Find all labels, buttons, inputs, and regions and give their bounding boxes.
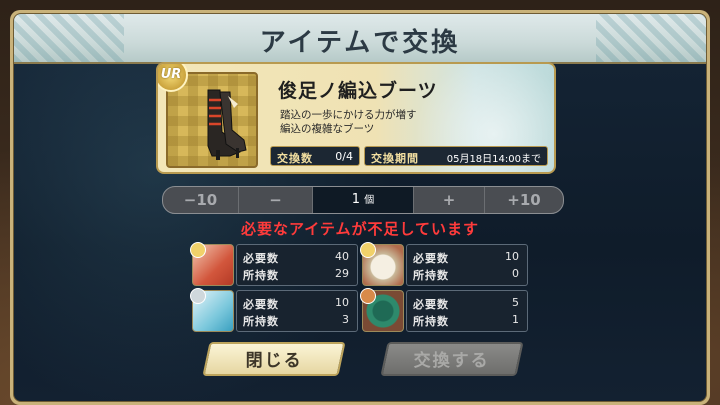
required-row: 必要数 10	[243, 296, 349, 312]
exchange-button-label: 交換する	[413, 351, 490, 371]
exchange-count-value: 0/4	[335, 150, 353, 163]
owned-row: 所持数 1	[413, 313, 519, 329]
exchange-period-label: 交換期間	[371, 152, 419, 165]
owned-row: 所持数 0	[413, 267, 519, 283]
blue-cloth-icon	[190, 288, 234, 332]
exchange-button[interactable]: 交換する	[380, 342, 524, 376]
requirement-item-2: 必要数 10 所持数 0	[360, 242, 528, 286]
requirement-item-3: 必要数 10 所持数 3	[190, 288, 358, 332]
rank-badge-icon	[190, 242, 206, 258]
insufficient-items-warning: 必要なアイテムが不足しています	[240, 220, 480, 238]
boot-icon	[207, 89, 247, 160]
plus-10-button[interactable]: +10	[485, 187, 563, 213]
item-description-line1: 踏込の一歩にかける力が増す	[280, 109, 417, 121]
required-value: 10	[505, 250, 519, 263]
owned-label: 所持数	[243, 269, 279, 282]
owned-label: 所持数	[243, 315, 279, 328]
required-value: 10	[335, 296, 349, 309]
item-description: 踏込の一歩にかける力が増す 編込の複雑なブーツ	[280, 108, 417, 136]
exchange-period-value: 05月18日14:00まで	[446, 154, 541, 165]
required-value: 40	[335, 250, 349, 263]
rank-badge-icon	[360, 288, 376, 304]
requirement-panel-1: 必要数 40 所持数 29	[236, 244, 358, 286]
requirement-panel-2: 必要数 10 所持数 0	[406, 244, 528, 286]
quantity-value: 1	[351, 192, 361, 207]
item-description-line2: 編込の複雑なブーツ	[280, 123, 375, 135]
owned-label: 所持数	[413, 269, 449, 282]
owned-row: 所持数 3	[243, 313, 349, 329]
required-label: 必要数	[413, 252, 449, 265]
owned-value: 29	[335, 267, 349, 280]
red-cloth-icon	[190, 242, 234, 286]
required-row: 必要数 40	[243, 250, 349, 266]
owned-row: 所持数 29	[243, 267, 349, 283]
required-row: 必要数 10	[413, 250, 519, 266]
rank-badge-icon	[190, 288, 206, 304]
owned-value: 3	[342, 313, 349, 326]
owned-label: 所持数	[413, 315, 449, 328]
green-emblem-icon	[360, 288, 404, 332]
close-button[interactable]: 閉じる	[202, 342, 346, 376]
dialog-title: アイテムで交換	[259, 28, 461, 58]
quantity-unit: 個	[364, 195, 375, 206]
item-name: 俊足ノ編込ブーツ	[278, 80, 438, 102]
required-label: 必要数	[243, 298, 279, 311]
item-card-inner: UR 俊足ノ編込ブーツ 踏込の一歩にかける力が増す 編込の複雑なブーツ 交換数 …	[158, 64, 554, 172]
exchange-period-box: 交換期間 05月18日14:00まで	[364, 146, 548, 166]
quantity-display: 1 個	[313, 187, 413, 213]
required-label: 必要数	[243, 252, 279, 265]
required-value: 5	[512, 296, 519, 309]
minus-10-button[interactable]: −10	[163, 187, 239, 213]
exchange-count-box: 交換数 0/4	[270, 146, 360, 166]
requirement-panel-4: 必要数 5 所持数 1	[406, 290, 528, 332]
required-label: 必要数	[413, 298, 449, 311]
requirement-item-1: 必要数 40 所持数 29	[190, 242, 358, 286]
title-bar: アイテムで交換	[14, 14, 706, 64]
plus-button[interactable]: +	[413, 187, 485, 213]
required-row: 必要数 5	[413, 296, 519, 312]
requirement-panel-3: 必要数 10 所持数 3	[236, 290, 358, 332]
owned-value: 1	[512, 313, 519, 326]
close-button-label: 閉じる	[245, 351, 303, 371]
requirement-item-4: 必要数 5 所持数 1	[360, 288, 528, 332]
exchange-count-label: 交換数	[277, 152, 313, 165]
owned-value: 0	[512, 267, 519, 280]
quantity-selector: −10 − 1 個 + +10	[162, 186, 564, 214]
mask-icon	[360, 242, 404, 286]
rank-badge-icon	[360, 242, 376, 258]
minus-button[interactable]: −	[239, 187, 313, 213]
item-card: UR 俊足ノ編込ブーツ 踏込の一歩にかける力が増す 編込の複雑なブーツ 交換数 …	[156, 62, 556, 174]
